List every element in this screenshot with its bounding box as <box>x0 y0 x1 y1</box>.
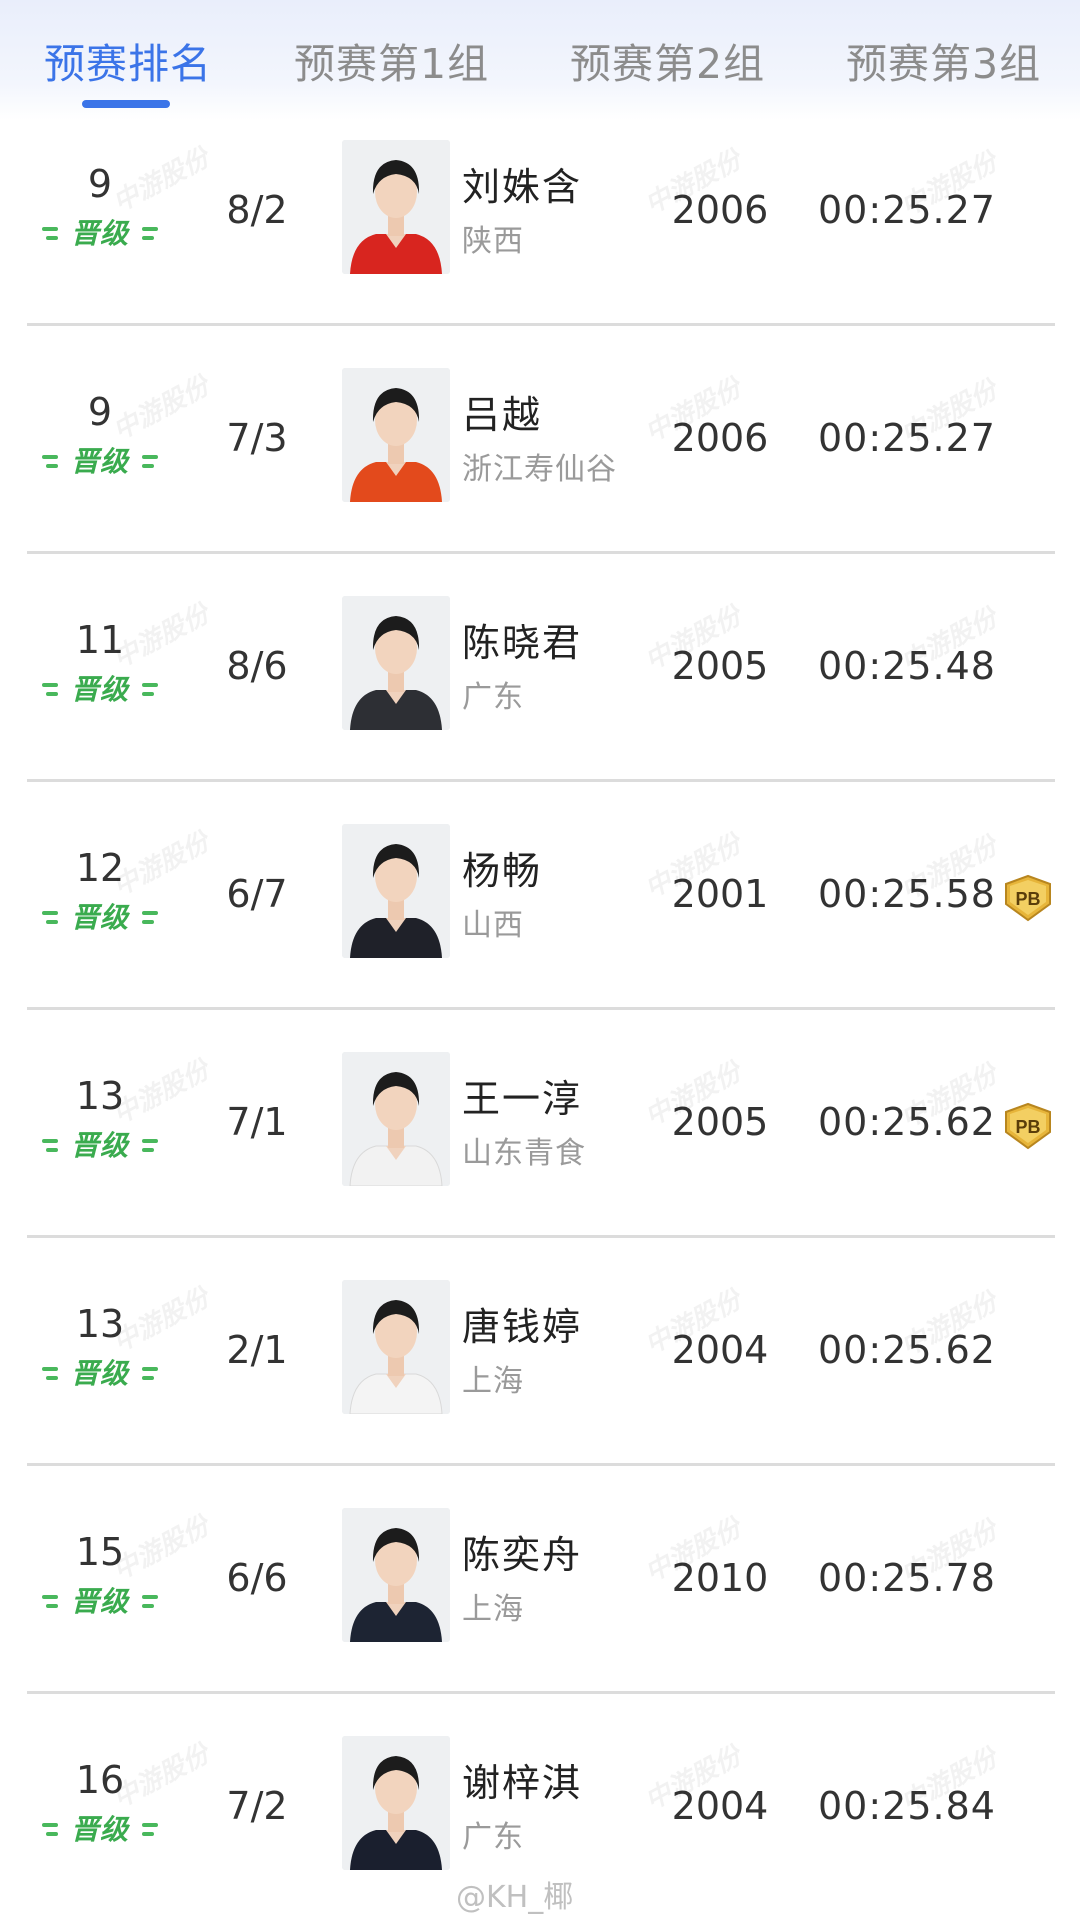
qualified-badge: 晋级 <box>42 1124 158 1162</box>
athlete-photo[interactable] <box>342 368 450 502</box>
athlete-photo[interactable] <box>342 1736 450 1870</box>
heat-lane: 6/6 <box>226 1556 288 1600</box>
athlete-team: 陕西 <box>462 224 524 259</box>
birth-year: 2005 <box>671 644 769 688</box>
athlete-team: 上海 <box>462 1364 524 1399</box>
rank-number: 13 <box>75 1302 125 1346</box>
result-time: 00:25.27 <box>818 188 996 232</box>
birth-year: 2001 <box>671 872 769 916</box>
heat-lane: 8/2 <box>226 188 288 232</box>
qualified-label: 晋级 <box>70 445 129 478</box>
row-divider <box>27 1007 1055 1010</box>
pb-badge: PB <box>1000 1102 1056 1150</box>
athlete-photo[interactable] <box>342 1052 450 1186</box>
result-row[interactable]: 11 晋级 8/6 陈晓君 广东 2005 00:25.48 中游股份 中游股份 中游股份 <box>0 576 1080 804</box>
result-time: 00:25.84 <box>818 1784 996 1828</box>
qualified-label: 晋级 <box>70 1357 129 1390</box>
birth-year: 2006 <box>671 188 769 232</box>
heat-lane: 8/6 <box>226 644 288 688</box>
rank-number: 12 <box>75 846 125 890</box>
rank-number: 15 <box>75 1530 125 1574</box>
rank-number: 16 <box>75 1758 125 1802</box>
athlete-name: 吕越 <box>462 393 543 437</box>
result-time: 00:25.78 <box>818 1556 996 1600</box>
result-time: 00:25.58 <box>818 872 996 916</box>
row-divider <box>27 1235 1055 1238</box>
qualified-label: 晋级 <box>70 1813 129 1846</box>
athlete-name: 杨畅 <box>462 849 543 893</box>
birth-year: 2006 <box>671 416 769 460</box>
row-divider <box>27 779 1055 782</box>
athlete-name: 陈奕舟 <box>462 1533 583 1577</box>
athlete-team: 山西 <box>462 908 524 943</box>
result-time: 00:25.62 <box>818 1100 996 1144</box>
birth-year: 2010 <box>671 1556 769 1600</box>
result-time: 00:25.48 <box>818 644 996 688</box>
rank-number: 9 <box>87 162 113 206</box>
tab-heats-ranking[interactable]: 预赛排名 <box>44 30 212 90</box>
athlete-team: 广东 <box>462 1820 524 1855</box>
athlete-name: 谢梓淇 <box>462 1761 583 1805</box>
heat-lane: 7/3 <box>226 416 288 460</box>
tab-heat-2[interactable]: 预赛第2组 <box>570 30 765 90</box>
qualified-badge: 晋级 <box>42 668 158 706</box>
athlete-photo[interactable] <box>342 596 450 730</box>
qualified-badge: 晋级 <box>42 1352 158 1390</box>
qualified-label: 晋级 <box>70 217 129 250</box>
athlete-name: 王一淳 <box>462 1077 583 1121</box>
result-time: 00:25.27 <box>818 416 996 460</box>
athlete-name: 唐钱婷 <box>462 1305 583 1349</box>
athlete-photo[interactable] <box>342 824 450 958</box>
rank-number: 9 <box>87 390 113 434</box>
qualified-badge: 晋级 <box>42 440 158 478</box>
tab-heat-3[interactable]: 预赛第3组 <box>846 30 1041 90</box>
heat-lane: 7/1 <box>226 1100 288 1144</box>
athlete-team: 广东 <box>462 680 524 715</box>
result-row[interactable]: 12 晋级 6/7 杨畅 山西 2001 00:25.58 PB 中游股份 中游股份 中游股份 <box>0 804 1080 1032</box>
row-divider <box>27 1691 1055 1694</box>
pb-shield-icon: PB <box>1005 874 1051 922</box>
birth-year: 2004 <box>671 1784 769 1828</box>
rank-number: 11 <box>75 618 125 662</box>
row-divider <box>27 1463 1055 1466</box>
tab-heat-1[interactable]: 预赛第1组 <box>294 30 489 90</box>
birth-year: 2004 <box>671 1328 769 1372</box>
pb-label: PB <box>1015 1117 1040 1137</box>
athlete-team: 上海 <box>462 1592 524 1627</box>
athlete-team: 浙江寿仙谷 <box>462 452 617 487</box>
qualified-badge: 晋级 <box>42 896 158 934</box>
athlete-name: 陈晓君 <box>462 621 583 665</box>
pb-badge: PB <box>1000 874 1056 922</box>
qualified-badge: 晋级 <box>42 1580 158 1618</box>
qualified-label: 晋级 <box>70 1585 129 1618</box>
result-row[interactable]: 9 晋级 8/2 刘姝含 陕西 2006 00:25.27 中游股份 中游股份 中游股份 <box>0 120 1080 348</box>
heat-lane: 2/1 <box>226 1328 288 1372</box>
birth-year: 2005 <box>671 1100 769 1144</box>
result-row[interactable]: 9 晋级 7/3 吕越 浙江寿仙谷 2006 00:25.27 中游股份 中游股份 中游股份 <box>0 348 1080 576</box>
qualified-badge: 晋级 <box>42 1808 158 1846</box>
athlete-name: 刘姝含 <box>462 165 583 209</box>
row-divider <box>27 323 1055 326</box>
athlete-photo[interactable] <box>342 140 450 274</box>
athlete-photo[interactable] <box>342 1508 450 1642</box>
pb-label: PB <box>1015 889 1040 909</box>
result-row[interactable]: 15 晋级 6/6 陈奕舟 上海 2010 00:25.78 中游股份 中游股份 中游股份 <box>0 1488 1080 1716</box>
result-row[interactable]: 13 晋级 2/1 唐钱婷 上海 2004 00:25.62 中游股份 中游股份 中游股份 <box>0 1260 1080 1488</box>
qualified-label: 晋级 <box>70 901 129 934</box>
pb-shield-icon: PB <box>1005 1102 1051 1150</box>
row-divider <box>27 551 1055 554</box>
qualified-label: 晋级 <box>70 1129 129 1162</box>
result-row[interactable]: 13 晋级 7/1 王一淳 山东青食 2005 00:25.62 PB 中游股份 中游股份 中游股份 <box>0 1032 1080 1260</box>
heat-lane: 7/2 <box>226 1784 288 1828</box>
athlete-team: 山东青食 <box>462 1136 586 1171</box>
athlete-photo[interactable] <box>342 1280 450 1414</box>
qualified-label: 晋级 <box>70 673 129 706</box>
rank-number: 13 <box>75 1074 125 1118</box>
heat-lane: 6/7 <box>226 872 288 916</box>
active-tab-indicator <box>82 100 170 108</box>
weibo-watermark: @KH_椰 <box>456 1880 574 1915</box>
qualified-badge: 晋级 <box>42 212 158 250</box>
tab-bar: 预赛排名 预赛第1组 预赛第2组 预赛第3组 <box>0 0 1080 120</box>
result-time: 00:25.62 <box>818 1328 996 1372</box>
